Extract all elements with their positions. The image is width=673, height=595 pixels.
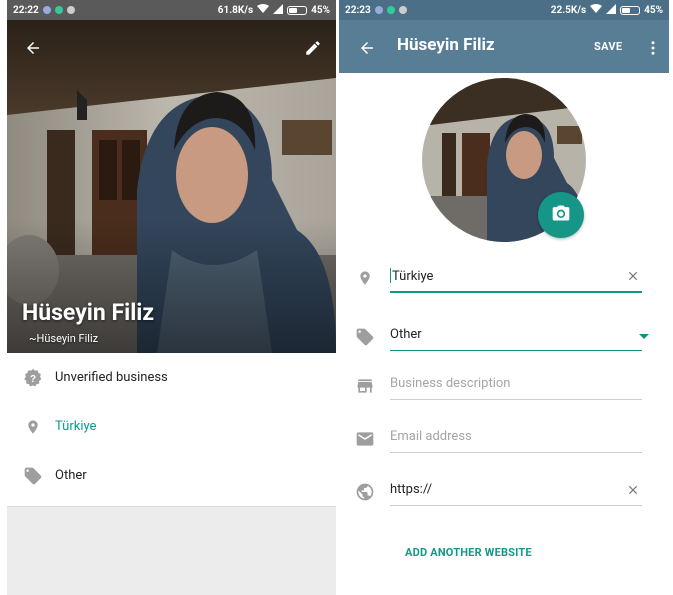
text-cursor [390,268,391,283]
status-bar: 22:22 61.8K/s 45% [7,0,336,20]
notification-icon [66,6,75,14]
status-time: 22:22 [13,4,39,16]
email-input[interactable]: Email address [390,429,472,444]
clear-location-button[interactable] [622,266,644,288]
globe-icon [354,481,376,503]
status-time: 22:23 [345,4,371,16]
battery-icon [287,5,308,15]
question-badge-icon: ? [23,368,43,388]
empty-area [7,506,336,595]
dropdown-arrow-icon[interactable] [639,334,649,339]
profile-photo[interactable]: Hüseyin Filiz ~Hüseyin Filiz [7,20,336,353]
add-another-website-button[interactable]: ADD ANOTHER WEBSITE [405,546,532,559]
list-item-label: Türkiye [55,419,97,434]
wifi-icon [590,3,603,17]
website-field: https:// [354,477,644,509]
list-item-location[interactable]: Türkiye [7,402,336,451]
input-underline [390,505,642,506]
notification-icon [386,6,395,14]
list-item-label: Other [55,468,87,483]
wifi-icon [257,3,270,17]
signal-icon [606,3,617,17]
change-photo-button[interactable] [538,192,584,238]
notification-icon [54,6,63,14]
camera-icon [551,203,571,227]
profile-name: Hüseyin Filiz [22,299,155,326]
app-bar: Hüseyin Filiz SAVE [339,20,669,73]
profile-photo-editor [422,78,586,242]
list-item-category[interactable]: Other [7,451,336,500]
edit-pencil-icon[interactable] [299,34,327,62]
list-item-unverified-business[interactable]: ? Unverified business [7,353,336,402]
location-pin-icon [354,267,376,289]
input-underline [390,399,642,400]
input-underline [390,350,642,351]
back-arrow-icon[interactable] [19,34,47,62]
business-description-input[interactable]: Business description [390,376,510,391]
category-select[interactable]: Other [390,327,422,342]
profile-view-screen: 22:22 61.8K/s 45% Hüseyin Filiz ~Hüseyin… [7,0,336,595]
location-input-value: Türkiye [392,269,434,284]
photo-toolbar [7,20,336,76]
save-button[interactable]: SAVE [594,40,622,53]
network-speed: 22.5K/s [550,4,587,16]
website-input[interactable]: https:// [390,482,432,497]
back-arrow-icon[interactable] [353,34,381,62]
battery-percent: 45% [311,4,330,16]
input-underline [390,291,642,293]
location-pin-icon [23,417,43,437]
clear-website-button[interactable] [622,480,644,502]
location-field: Türkiye [354,263,644,295]
battery-percent: 45% [644,4,663,16]
svg-text:?: ? [30,373,36,384]
network-speed: 61.8K/s [217,4,254,16]
email-field: Email address [354,424,644,456]
list-item-label: Unverified business [55,370,168,385]
business-info-list: ? Unverified business Türkiye Other [7,353,336,500]
category-field[interactable]: Other [354,322,649,354]
battery-icon [620,5,641,15]
notification-icon [398,6,407,14]
close-icon [626,268,640,287]
business-description-field: Business description [354,371,644,403]
status-bar: 22:23 22.5K/s 45% [339,0,669,20]
more-options-icon[interactable] [639,34,667,62]
page-title: Hüseyin Filiz [397,35,495,55]
store-icon [354,375,376,397]
input-underline [390,452,642,453]
close-icon [626,482,640,501]
profile-push-name: ~Hüseyin Filiz [29,332,99,345]
tag-icon [23,466,43,486]
email-icon [354,428,376,450]
edit-profile-screen: 22:23 22.5K/s 45% Hüseyin Filiz SAVE Tür… [339,0,669,595]
signal-icon [273,3,284,17]
location-input[interactable]: Türkiye [390,268,433,284]
notification-icon [42,6,51,14]
notification-icon [374,6,383,14]
tag-icon [354,326,376,348]
